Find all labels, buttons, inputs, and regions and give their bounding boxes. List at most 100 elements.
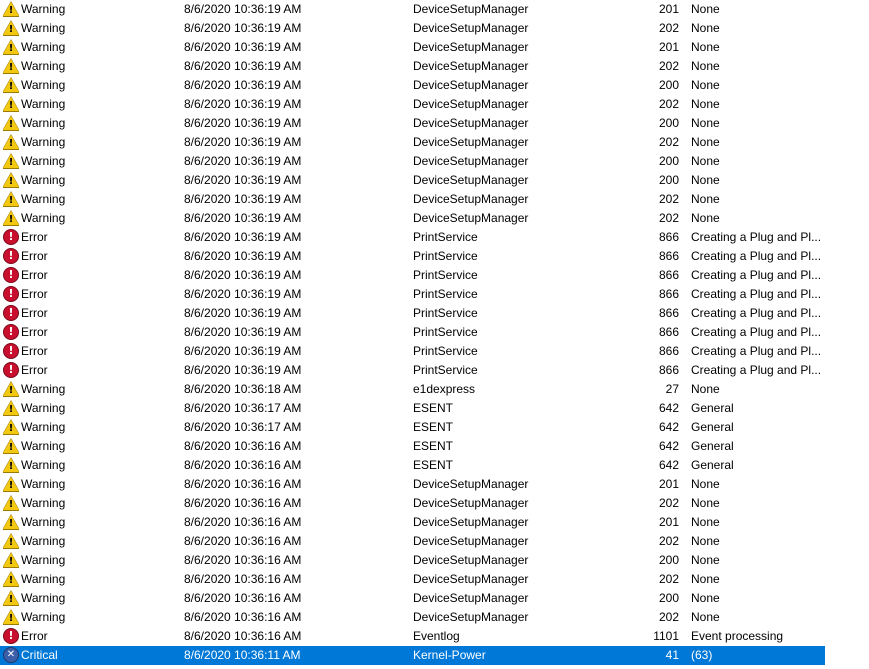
event-source: DeviceSetupManager xyxy=(413,97,529,111)
event-date-time: 8/6/2020 10:36:19 AM xyxy=(184,287,302,301)
event-date-time: 8/6/2020 10:36:19 AM xyxy=(184,363,302,377)
event-source: DeviceSetupManager xyxy=(413,496,529,510)
warning-icon: ! xyxy=(3,191,19,207)
event-row[interactable]: ! Error 8/6/2020 10:36:19 AM PrintServic… xyxy=(0,323,825,342)
event-date-time: 8/6/2020 10:36:18 AM xyxy=(184,382,302,396)
event-id: 866 xyxy=(658,268,679,282)
event-level: Warning xyxy=(21,591,66,605)
event-row[interactable]: ! Warning 8/6/2020 10:36:16 AM DeviceSet… xyxy=(0,513,825,532)
event-row[interactable]: ! Warning 8/6/2020 10:36:19 AM DeviceSet… xyxy=(0,209,825,228)
event-row[interactable]: ! Warning 8/6/2020 10:36:17 AM ESENT 642… xyxy=(0,418,825,437)
event-source: PrintService xyxy=(413,268,478,282)
event-id: 201 xyxy=(658,515,679,529)
event-row[interactable]: ! Warning 8/6/2020 10:36:19 AM DeviceSet… xyxy=(0,76,825,95)
event-task-category: None xyxy=(691,591,720,605)
event-row[interactable]: ! Error 8/6/2020 10:36:19 AM PrintServic… xyxy=(0,285,825,304)
event-row[interactable]: ! Warning 8/6/2020 10:36:16 AM DeviceSet… xyxy=(0,475,825,494)
warning-icon: ! xyxy=(3,419,19,435)
event-source: DeviceSetupManager xyxy=(413,591,529,605)
event-row[interactable]: ! Error 8/6/2020 10:36:19 AM PrintServic… xyxy=(0,342,825,361)
critical-icon: ✕ xyxy=(3,647,19,663)
event-row[interactable]: ! Error 8/6/2020 10:36:19 AM PrintServic… xyxy=(0,247,825,266)
event-level: Error xyxy=(21,287,48,301)
event-id: 200 xyxy=(658,591,679,605)
event-id: 202 xyxy=(658,496,679,510)
event-id: 201 xyxy=(658,2,679,16)
event-level: Warning xyxy=(21,477,66,491)
event-id: 202 xyxy=(658,192,679,206)
event-source: PrintService xyxy=(413,287,478,301)
event-task-category: None xyxy=(691,610,720,624)
event-row-selected[interactable]: ✕ Critical 8/6/2020 10:36:11 AM Kernel-P… xyxy=(0,646,825,665)
event-row[interactable]: ! Error 8/6/2020 10:36:19 AM PrintServic… xyxy=(0,228,825,247)
event-source: Eventlog xyxy=(413,629,460,643)
event-row[interactable]: ! Warning 8/6/2020 10:36:19 AM DeviceSet… xyxy=(0,95,825,114)
event-row[interactable]: ! Error 8/6/2020 10:36:19 AM PrintServic… xyxy=(0,361,825,380)
event-row[interactable]: ! Warning 8/6/2020 10:36:16 AM DeviceSet… xyxy=(0,551,825,570)
error-icon: ! xyxy=(3,362,19,378)
event-task-category: None xyxy=(691,572,720,586)
error-icon: ! xyxy=(3,628,19,644)
event-task-category: None xyxy=(691,382,720,396)
event-row[interactable]: ! Warning 8/6/2020 10:36:19 AM DeviceSet… xyxy=(0,0,825,19)
event-level: Warning xyxy=(21,78,66,92)
error-icon: ! xyxy=(3,343,19,359)
event-level: Error xyxy=(21,325,48,339)
event-row[interactable]: ! Warning 8/6/2020 10:36:16 AM DeviceSet… xyxy=(0,494,825,513)
event-date-time: 8/6/2020 10:36:16 AM xyxy=(184,553,302,567)
event-level: Warning xyxy=(21,135,66,149)
event-id: 642 xyxy=(658,439,679,453)
event-date-time: 8/6/2020 10:36:16 AM xyxy=(184,496,302,510)
event-row[interactable]: ! Error 8/6/2020 10:36:19 AM PrintServic… xyxy=(0,266,825,285)
level-icon-cell: ! xyxy=(3,361,19,380)
event-id: 202 xyxy=(658,610,679,624)
event-task-category: None xyxy=(691,97,720,111)
event-task-category: None xyxy=(691,496,720,510)
warning-icon: ! xyxy=(3,381,19,397)
event-row[interactable]: ! Warning 8/6/2020 10:36:17 AM ESENT 642… xyxy=(0,399,825,418)
event-row[interactable]: ! Warning 8/6/2020 10:36:19 AM DeviceSet… xyxy=(0,152,825,171)
event-id: 1101 xyxy=(653,629,679,643)
event-row[interactable]: ! Warning 8/6/2020 10:36:16 AM DeviceSet… xyxy=(0,532,825,551)
event-row[interactable]: ! Warning 8/6/2020 10:36:16 AM DeviceSet… xyxy=(0,589,825,608)
event-source: DeviceSetupManager xyxy=(413,192,529,206)
event-row[interactable]: ! Warning 8/6/2020 10:36:19 AM DeviceSet… xyxy=(0,114,825,133)
event-row[interactable]: ! Error 8/6/2020 10:36:19 AM PrintServic… xyxy=(0,304,825,323)
event-list[interactable]: ! Warning 8/6/2020 10:36:19 AM DeviceSet… xyxy=(0,0,869,669)
event-task-category: None xyxy=(691,534,720,548)
event-row[interactable]: ! Warning 8/6/2020 10:36:16 AM ESENT 642… xyxy=(0,456,825,475)
level-icon-cell: ! xyxy=(3,57,19,76)
warning-icon: ! xyxy=(3,172,19,188)
level-icon-cell: ! xyxy=(3,456,19,475)
event-row[interactable]: ! Warning 8/6/2020 10:36:19 AM DeviceSet… xyxy=(0,57,825,76)
event-level: Warning xyxy=(21,553,66,567)
event-id: 866 xyxy=(658,230,679,244)
event-source: PrintService xyxy=(413,230,478,244)
event-task-category: Creating a Plug and Pl... xyxy=(691,287,822,301)
event-source: DeviceSetupManager xyxy=(413,78,529,92)
level-icon-cell: ! xyxy=(3,589,19,608)
event-source: DeviceSetupManager xyxy=(413,21,529,35)
event-row[interactable]: ! Warning 8/6/2020 10:36:16 AM DeviceSet… xyxy=(0,570,825,589)
event-row[interactable]: ! Error 8/6/2020 10:36:16 AM Eventlog 11… xyxy=(0,627,825,646)
event-row[interactable]: ! Warning 8/6/2020 10:36:18 AM e1dexpres… xyxy=(0,380,825,399)
event-row[interactable]: ! Warning 8/6/2020 10:36:19 AM DeviceSet… xyxy=(0,171,825,190)
event-row[interactable]: ! Warning 8/6/2020 10:36:19 AM DeviceSet… xyxy=(0,133,825,152)
event-id: 866 xyxy=(658,306,679,320)
level-icon-cell: ! xyxy=(3,437,19,456)
event-row[interactable]: ! Warning 8/6/2020 10:36:19 AM DeviceSet… xyxy=(0,19,825,38)
event-level: Warning xyxy=(21,534,66,548)
level-icon-cell: ! xyxy=(3,494,19,513)
event-id: 866 xyxy=(658,363,679,377)
event-row[interactable]: ! Warning 8/6/2020 10:36:19 AM DeviceSet… xyxy=(0,38,825,57)
level-icon-cell: ! xyxy=(3,0,19,19)
event-row[interactable]: ! Warning 8/6/2020 10:36:19 AM DeviceSet… xyxy=(0,190,825,209)
event-source: PrintService xyxy=(413,344,478,358)
event-source: ESENT xyxy=(413,420,454,434)
event-id: 202 xyxy=(658,572,679,586)
event-task-category: Creating a Plug and Pl... xyxy=(691,268,822,282)
level-icon-cell: ! xyxy=(3,418,19,437)
warning-icon: ! xyxy=(3,96,19,112)
event-row[interactable]: ! Warning 8/6/2020 10:36:16 AM ESENT 642… xyxy=(0,437,825,456)
event-row[interactable]: ! Warning 8/6/2020 10:36:16 AM DeviceSet… xyxy=(0,608,825,627)
